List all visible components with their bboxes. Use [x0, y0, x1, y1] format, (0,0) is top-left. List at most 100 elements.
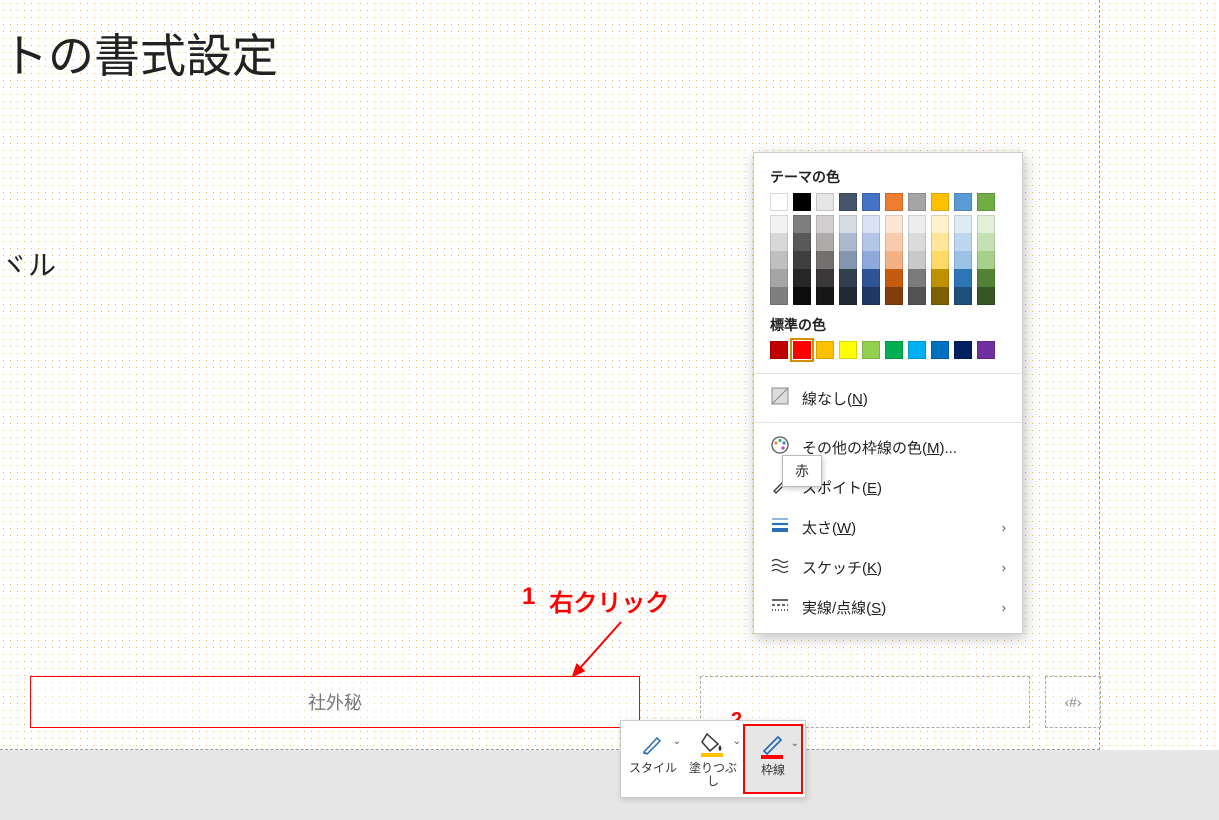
color-swatch[interactable]	[885, 233, 903, 251]
color-swatch[interactable]	[770, 193, 788, 211]
color-swatch[interactable]	[954, 341, 972, 359]
color-swatch[interactable]	[931, 233, 949, 251]
color-swatch[interactable]	[770, 215, 788, 233]
color-swatch[interactable]	[770, 287, 788, 305]
color-swatch[interactable]	[977, 341, 995, 359]
style-label: スタイル	[629, 762, 677, 775]
color-swatch[interactable]	[862, 341, 880, 359]
color-swatch[interactable]	[770, 251, 788, 269]
color-swatch[interactable]	[885, 251, 903, 269]
color-swatch[interactable]	[839, 251, 857, 269]
slide-number-text: ‹#›	[1064, 694, 1081, 710]
color-swatch[interactable]	[954, 269, 972, 287]
separator	[754, 373, 1022, 374]
color-swatch[interactable]	[931, 193, 949, 211]
color-swatch[interactable]	[931, 215, 949, 233]
color-swatch[interactable]	[862, 193, 880, 211]
footer-placeholder[interactable]: 社外秘	[30, 676, 640, 728]
color-swatch[interactable]	[908, 269, 926, 287]
chevron-down-icon: ⌄	[733, 736, 741, 747]
color-swatch[interactable]	[954, 215, 972, 233]
color-swatch[interactable]	[954, 193, 972, 211]
color-swatch[interactable]	[816, 269, 834, 287]
color-swatch[interactable]	[793, 233, 811, 251]
color-swatch[interactable]	[931, 251, 949, 269]
color-swatch[interactable]	[885, 341, 903, 359]
no-outline-item[interactable]: 線なし(N)	[754, 378, 1022, 418]
color-swatch[interactable]	[977, 193, 995, 211]
chevron-right-icon: ›	[1002, 520, 1006, 535]
color-swatch[interactable]	[908, 341, 926, 359]
color-swatch[interactable]	[839, 233, 857, 251]
color-swatch-selected[interactable]	[793, 341, 811, 359]
chevron-right-icon: ›	[1002, 600, 1006, 615]
color-swatch[interactable]	[908, 287, 926, 305]
color-swatch[interactable]	[977, 269, 995, 287]
weight-item[interactable]: 太さ(W) ›	[754, 507, 1022, 547]
color-swatch[interactable]	[908, 215, 926, 233]
mini-toolbar: ⌄ スタイル ⌄ 塗りつぶし ⌄ 枠線	[620, 720, 806, 798]
color-swatch[interactable]	[816, 287, 834, 305]
color-swatch[interactable]	[770, 269, 788, 287]
style-button[interactable]: ⌄ スタイル	[623, 724, 683, 794]
color-swatch[interactable]	[977, 251, 995, 269]
color-swatch[interactable]	[931, 269, 949, 287]
sketch-item[interactable]: スケッチ(K) ›	[754, 547, 1022, 587]
color-swatch[interactable]	[954, 287, 972, 305]
pen-outline-icon	[758, 730, 788, 762]
color-swatch[interactable]	[839, 215, 857, 233]
chevron-down-icon: ⌄	[673, 736, 681, 747]
annotation-step1-label: 右クリック	[549, 583, 669, 618]
dashes-label: 実線/点線(S)	[802, 597, 886, 618]
color-swatch[interactable]	[862, 269, 880, 287]
color-swatch[interactable]	[862, 251, 880, 269]
color-swatch[interactable]	[931, 287, 949, 305]
color-swatch[interactable]	[839, 341, 857, 359]
color-swatch[interactable]	[954, 251, 972, 269]
color-tooltip: 赤	[782, 455, 822, 487]
color-swatch[interactable]	[885, 269, 903, 287]
slide-number-placeholder[interactable]: ‹#›	[1045, 676, 1101, 728]
color-swatch[interactable]	[885, 287, 903, 305]
color-swatch[interactable]	[816, 193, 834, 211]
color-swatch[interactable]	[793, 269, 811, 287]
color-swatch[interactable]	[954, 233, 972, 251]
weight-label: 太さ(W)	[802, 517, 856, 538]
color-swatch[interactable]	[862, 233, 880, 251]
color-swatch[interactable]	[885, 193, 903, 211]
outline-color-popup: テーマの色 標準の色 線なし(N) その他の枠線の色(M)... スポイト(E)…	[753, 152, 1023, 634]
color-swatch[interactable]	[931, 341, 949, 359]
color-swatch[interactable]	[908, 233, 926, 251]
color-swatch[interactable]	[862, 287, 880, 305]
weight-icon	[770, 515, 790, 539]
dashes-icon	[770, 595, 790, 619]
color-swatch[interactable]	[885, 215, 903, 233]
theme-color-matrix	[754, 211, 1022, 315]
color-swatch[interactable]	[977, 233, 995, 251]
color-swatch[interactable]	[770, 341, 788, 359]
color-swatch[interactable]	[793, 287, 811, 305]
color-swatch[interactable]	[862, 215, 880, 233]
color-swatch[interactable]	[816, 233, 834, 251]
standard-color-row	[754, 341, 1022, 369]
fill-button[interactable]: ⌄ 塗りつぶし	[683, 724, 743, 794]
no-outline-label: 線なし(N)	[802, 388, 868, 409]
color-swatch[interactable]	[793, 251, 811, 269]
outline-button[interactable]: ⌄ 枠線	[743, 724, 803, 794]
color-swatch[interactable]	[793, 215, 811, 233]
color-swatch[interactable]	[839, 287, 857, 305]
color-swatch[interactable]	[816, 215, 834, 233]
color-swatch[interactable]	[908, 193, 926, 211]
color-swatch[interactable]	[816, 251, 834, 269]
color-swatch[interactable]	[839, 269, 857, 287]
color-swatch[interactable]	[770, 233, 788, 251]
color-swatch[interactable]	[908, 251, 926, 269]
color-swatch[interactable]	[839, 193, 857, 211]
color-swatch[interactable]	[977, 287, 995, 305]
color-swatch[interactable]	[793, 193, 811, 211]
color-swatch[interactable]	[816, 341, 834, 359]
sketch-icon	[770, 555, 790, 579]
annotation-step1-number: 1	[522, 583, 535, 618]
color-swatch[interactable]	[977, 215, 995, 233]
dashes-item[interactable]: 実線/点線(S) ›	[754, 587, 1022, 627]
